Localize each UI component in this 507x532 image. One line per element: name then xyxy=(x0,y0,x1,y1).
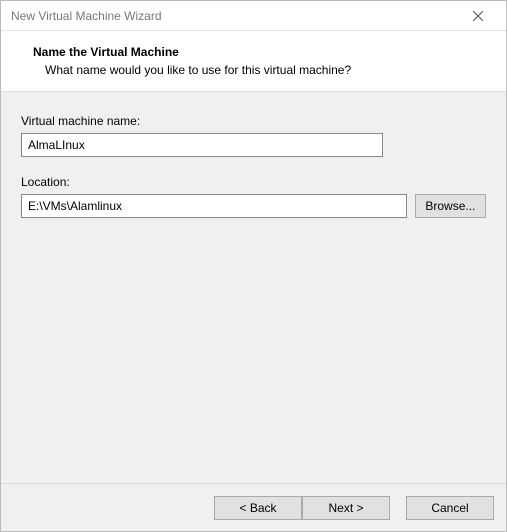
browse-button[interactable]: Browse... xyxy=(415,194,486,218)
location-row: Browse... xyxy=(21,194,486,218)
close-button[interactable] xyxy=(458,2,498,30)
location-group: Location: Browse... xyxy=(21,175,486,218)
wizard-header: Name the Virtual Machine What name would… xyxy=(1,31,506,92)
next-button[interactable]: Next > xyxy=(302,496,390,520)
vm-name-input[interactable] xyxy=(21,133,383,157)
wizard-content: Virtual machine name: Location: Browse..… xyxy=(1,92,506,483)
location-label: Location: xyxy=(21,175,486,189)
wizard-footer: < Back Next > Cancel xyxy=(1,483,506,531)
cancel-button[interactable]: Cancel xyxy=(406,496,494,520)
back-button[interactable]: < Back xyxy=(214,496,302,520)
page-subtitle: What name would you like to use for this… xyxy=(33,63,486,77)
page-title: Name the Virtual Machine xyxy=(33,45,486,59)
close-icon xyxy=(473,11,483,21)
titlebar: New Virtual Machine Wizard xyxy=(1,1,506,31)
location-input[interactable] xyxy=(21,194,407,218)
vm-name-group: Virtual machine name: xyxy=(21,114,486,157)
vm-name-label: Virtual machine name: xyxy=(21,114,486,128)
nav-button-pair: < Back Next > xyxy=(214,496,390,520)
window-title: New Virtual Machine Wizard xyxy=(11,9,162,23)
wizard-window: New Virtual Machine Wizard Name the Virt… xyxy=(0,0,507,532)
